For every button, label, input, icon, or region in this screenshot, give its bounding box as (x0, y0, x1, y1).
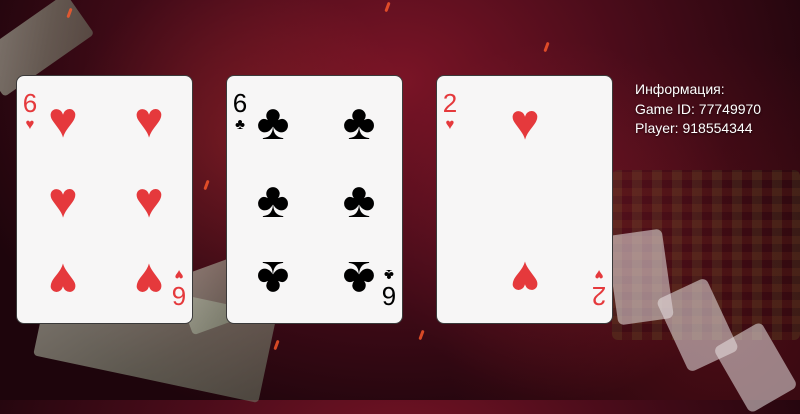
card-corner-top: 6 ♣ (231, 90, 249, 132)
club-pip-icon: ♣ (342, 172, 376, 228)
card-rank: 6 (381, 281, 397, 311)
club-pip-icon: ♣ (256, 94, 290, 150)
info-panel: Информация: Game ID: 77749970 Player: 91… (635, 80, 761, 139)
card-rank: 6 (171, 281, 187, 311)
card-corner-top: 6 ♥ (21, 90, 39, 132)
heart-pip-icon: ♥ (48, 253, 78, 309)
player-id-label: Player: 918554344 (635, 120, 753, 136)
heart-pip-icon: ♥ (134, 92, 164, 148)
card-corner-bottom: 6 ♥ (170, 266, 188, 311)
heart-suit-icon: ♥ (594, 266, 604, 283)
club-pip-icon: ♣ (256, 251, 290, 307)
card-rank: 6 (22, 88, 38, 118)
heart-suit-icon: ♥ (445, 116, 455, 133)
club-pip-icon: ♣ (256, 172, 290, 228)
playing-card-1[interactable]: 6 ♥ ♥ ♥ ♥ ♥ ♥ ♥ 6 ♥ (16, 75, 193, 324)
heart-pip-icon: ♥ (134, 172, 164, 228)
card-corner-bottom: 2 ♥ (590, 266, 608, 311)
heart-pip-icon: ♥ (510, 251, 540, 307)
club-pip-icon: ♣ (342, 94, 376, 150)
heart-pip-icon: ♥ (48, 92, 78, 148)
playing-card-3[interactable]: 2 ♥ ♥ ♥ 2 ♥ (436, 75, 613, 324)
heart-suit-icon: ♥ (174, 266, 184, 283)
card-rank: 2 (591, 281, 607, 311)
heart-pip-icon: ♥ (134, 253, 164, 309)
info-heading: Информация: (635, 81, 725, 97)
card-corner-bottom: 6 ♣ (380, 266, 398, 311)
heart-pip-icon: ♥ (510, 94, 540, 150)
card-corner-top: 2 ♥ (441, 90, 459, 132)
card-rank: 2 (442, 88, 458, 118)
playing-card-2[interactable]: 6 ♣ ♣ ♣ ♣ ♣ ♣ ♣ 6 ♣ (226, 75, 403, 324)
club-suit-icon: ♣ (235, 116, 245, 133)
club-suit-icon: ♣ (384, 266, 394, 283)
card-rank: 6 (232, 88, 248, 118)
club-pip-icon: ♣ (342, 251, 376, 307)
heart-suit-icon: ♥ (25, 116, 35, 133)
heart-pip-icon: ♥ (48, 172, 78, 228)
game-id-label: Game ID: 77749970 (635, 100, 762, 117)
